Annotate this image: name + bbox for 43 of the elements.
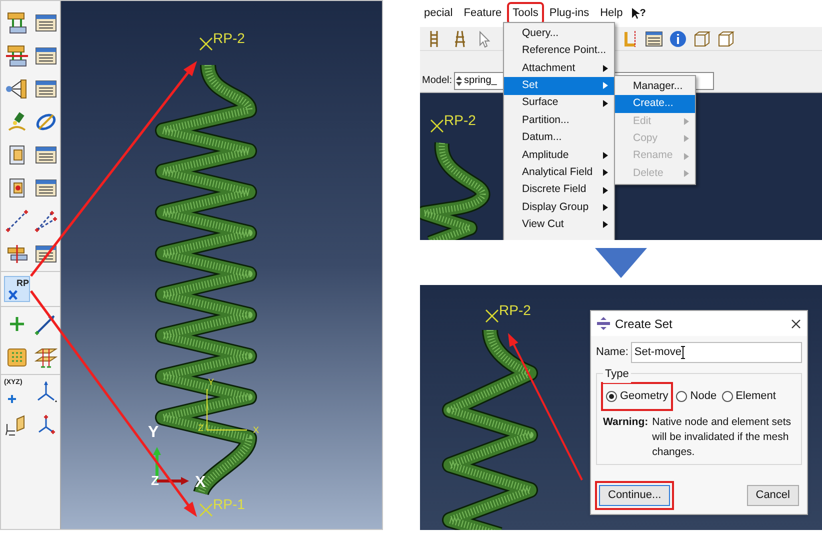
point-label: RP-2 (213, 31, 245, 45)
menu-bar-item[interactable]: Help (596, 4, 627, 23)
menu-item[interactable]: Manager... (615, 78, 695, 96)
help-mark[interactable]: ? (640, 6, 646, 21)
name-label: Name: (596, 345, 628, 360)
menu-item[interactable]: View Cut (504, 216, 614, 234)
point-label: RP-2 (499, 303, 531, 317)
name-field[interactable]: Set-move (631, 342, 802, 363)
menu-bar-item[interactable]: Plug-ins (545, 4, 594, 23)
menu-bar-item[interactable]: Tools (508, 4, 542, 23)
menu-bar-item[interactable]: pecial (420, 4, 457, 23)
axis-label: X (195, 473, 206, 493)
group-label: Type (603, 366, 631, 382)
menu-item[interactable]: Partition... (504, 112, 614, 130)
menu-item[interactable]: Datum... (504, 129, 614, 147)
tool-label: RP (16, 277, 29, 290)
menu-item[interactable]: Reference Point... (504, 42, 614, 60)
menu-item[interactable]: Attachment (504, 60, 614, 78)
dialog-title: Create Set (615, 316, 674, 332)
radio-option[interactable]: Geometry (603, 384, 672, 408)
axis-label: Z (198, 422, 204, 435)
menu-item[interactable]: Amplitude (504, 146, 614, 164)
warning-text: Native node and element sets will be invalidated if the mesh changes. (652, 414, 792, 460)
menu-item[interactable]: Analytical Field (504, 164, 614, 182)
menu-item[interactable]: Query... (504, 25, 614, 42)
axis-label: Y (148, 423, 159, 443)
warning-label: Warning: (603, 414, 648, 430)
menu-item[interactable]: Create... (615, 95, 695, 113)
axis-label: Y (208, 376, 214, 389)
menu-bar-item[interactable]: Feature (460, 4, 506, 23)
menu-item[interactable]: Display Group (504, 198, 614, 216)
menu-item[interactable]: Set (504, 77, 614, 95)
menu-item[interactable]: Discrete Field (504, 182, 614, 199)
point-label: RP-2 (444, 113, 476, 127)
model-label: Model: (422, 74, 452, 88)
menu-item[interactable]: Surface (504, 94, 614, 112)
axis-label: X (253, 424, 260, 437)
radio-option[interactable]: Node (676, 384, 717, 408)
point-label: RP-1 (213, 497, 245, 511)
dialog-button[interactable]: Cancel (746, 485, 799, 506)
axis-label: Z (151, 472, 159, 490)
tool-button[interactable]: RP (4, 276, 30, 302)
radio-option[interactable]: Element (722, 384, 776, 408)
